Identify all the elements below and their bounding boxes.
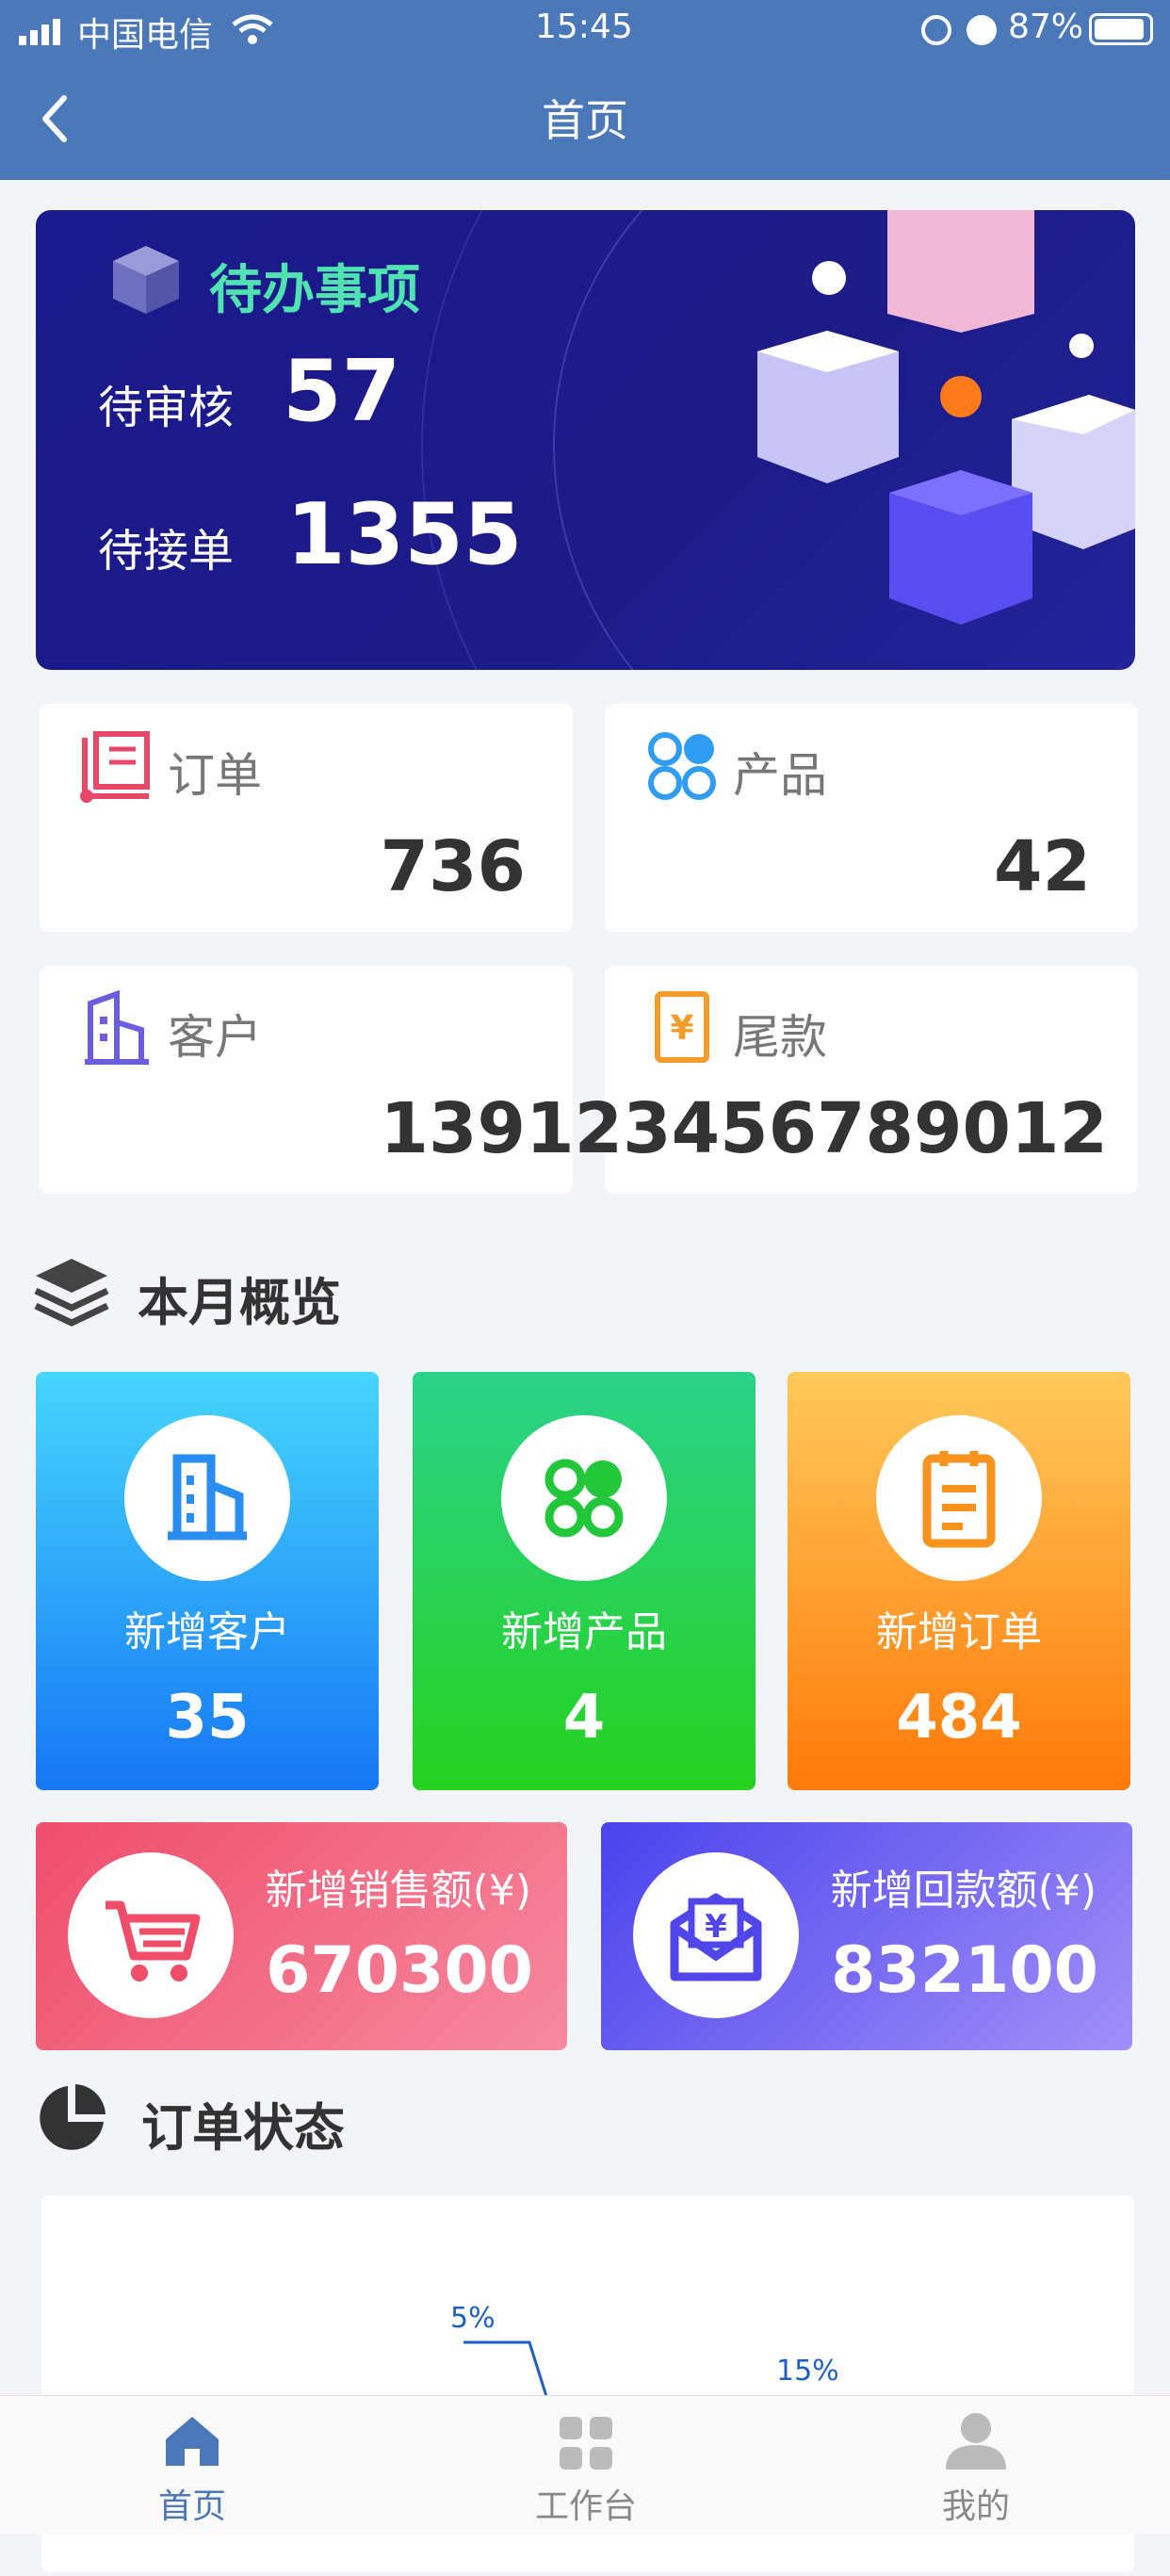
tab-bar: 首页 工作台 我的 xyxy=(0,2395,1170,2534)
overview-title: 本月概览 xyxy=(138,1273,341,1332)
wide-tile-label: 新增销售额(¥) xyxy=(265,1867,531,1915)
payment-icon: ¥ xyxy=(644,990,720,1066)
grid-icon xyxy=(560,2417,612,2470)
stat-card-order[interactable]: 订单 736 xyxy=(40,704,573,932)
layers-icon xyxy=(34,1257,109,1332)
pending-review-count: 57 xyxy=(283,342,401,441)
carrier-name: 中国电信 xyxy=(77,16,214,55)
svg-text:¥: ¥ xyxy=(705,1908,727,1946)
stat-value: 123456789012 xyxy=(526,1088,1108,1169)
tile-new-sales[interactable]: 新增销售额(¥) 670300 xyxy=(36,1822,567,2050)
tab-label: 首页 xyxy=(157,2487,226,2526)
stat-card-customer[interactable]: 客户 139 xyxy=(40,966,573,1194)
stat-value: 139 xyxy=(380,1088,526,1169)
page-title: 首页 xyxy=(542,95,628,146)
tile-new-products[interactable]: 新增产品 4 xyxy=(413,1372,756,1790)
hero-decoration xyxy=(421,210,1135,670)
stat-label: 尾款 xyxy=(733,1010,827,1065)
cube-icon xyxy=(113,246,179,318)
mail-money-icon: ¥ xyxy=(633,1852,799,2018)
user-icon xyxy=(946,2413,1006,2470)
tile-new-customers[interactable]: 新增客户 35 xyxy=(36,1372,379,1790)
tile-value: 35 xyxy=(165,1683,250,1753)
stat-card-product[interactable]: 产品 42 xyxy=(605,704,1138,932)
tab-label: 工作台 xyxy=(534,2487,637,2526)
svg-text:¥: ¥ xyxy=(670,1009,693,1048)
wifi-icon xyxy=(232,13,273,49)
signal-icon xyxy=(19,17,68,45)
tab-profile[interactable]: 我的 xyxy=(882,2396,1070,2534)
cart-icon xyxy=(68,1852,234,2018)
alarm-icon xyxy=(967,15,997,45)
stat-label: 订单 xyxy=(168,748,262,803)
pending-accept-label: 待接单 xyxy=(98,525,235,578)
pie-label: 15% xyxy=(776,2355,839,2388)
tile-value: 484 xyxy=(896,1683,1022,1753)
customer-icon xyxy=(79,989,154,1066)
battery-percent: 87% xyxy=(1008,8,1084,46)
building-icon xyxy=(124,1415,290,1581)
tile-label: 新增产品 xyxy=(501,1608,667,1656)
stat-label: 产品 xyxy=(733,748,827,803)
order-status-title: 订单状态 xyxy=(141,2098,345,2158)
clock: 15:45 xyxy=(535,8,633,46)
rotation-lock-icon xyxy=(921,15,951,45)
tile-label: 新增客户 xyxy=(124,1608,290,1656)
tile-label: 新增订单 xyxy=(876,1608,1042,1656)
order-icon xyxy=(79,728,154,804)
pending-accept-count: 1355 xyxy=(286,485,523,584)
pie-chart-icon xyxy=(36,2082,107,2158)
stat-card-payment[interactable]: ¥ 尾款 123456789012 xyxy=(526,966,1138,1194)
wide-tile-label: 新增回款额(¥) xyxy=(830,1867,1097,1915)
todo-title: 待办事项 xyxy=(209,260,420,321)
todo-card[interactable]: 待办事项 待审核 57 待接单 1355 xyxy=(36,210,1135,670)
home-icon xyxy=(166,2417,219,2466)
clipboard-icon xyxy=(876,1415,1042,1581)
tile-new-orders[interactable]: 新增订单 484 xyxy=(788,1372,1130,1790)
battery-icon xyxy=(1089,13,1153,45)
tab-home[interactable]: 首页 xyxy=(98,2396,286,2534)
top-bar: 中国电信 15:45 87% 首页 xyxy=(0,0,1170,180)
tile-new-collections[interactable]: ¥ 新增回款额(¥) 832100 xyxy=(601,1822,1132,2050)
tile-value: 4 xyxy=(562,1683,606,1753)
pie-label: 5% xyxy=(450,2302,496,2335)
pending-review-label: 待审核 xyxy=(98,382,235,434)
wide-tile-value: 670300 xyxy=(266,1933,533,2008)
apps-icon xyxy=(501,1415,667,1581)
stat-value: 736 xyxy=(380,826,526,907)
tab-label: 我的 xyxy=(941,2487,1010,2526)
product-icon xyxy=(644,728,720,804)
stat-label: 客户 xyxy=(168,1010,262,1065)
wide-tile-value: 832100 xyxy=(831,1933,1098,2008)
stat-value: 42 xyxy=(994,826,1091,907)
tab-workbench[interactable]: 工作台 xyxy=(492,2396,680,2534)
